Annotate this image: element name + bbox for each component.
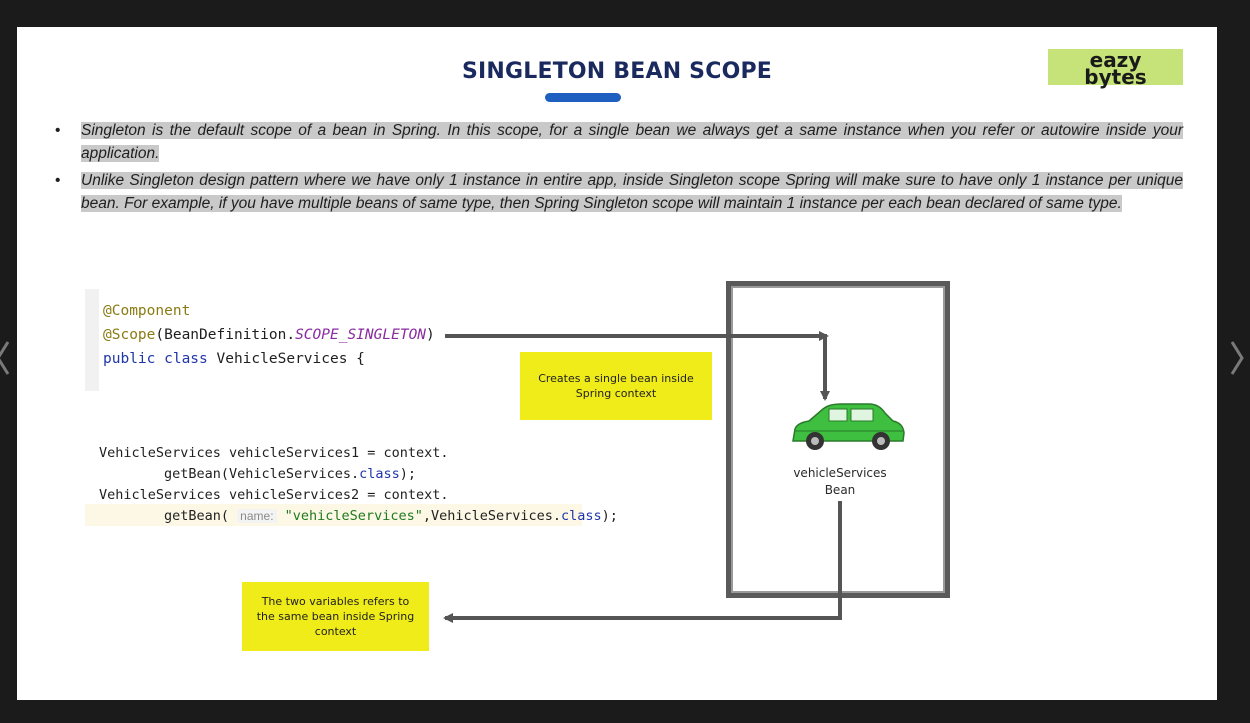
- code-line-component: @Component: [103, 303, 190, 319]
- editor-gutter: [85, 289, 99, 391]
- getbean2-pre: getBean(: [99, 508, 238, 524]
- parameter-hint: name:: [237, 509, 277, 523]
- getbean1-post: );: [399, 466, 416, 482]
- getbean1-pre: getBean(VehicleServices.: [99, 466, 360, 482]
- bullet-item: • Unlike Singleton design pattern where …: [55, 170, 1183, 215]
- class-keyword: public class: [103, 351, 208, 367]
- bullet-dot: •: [55, 172, 61, 189]
- code-line-getbean1: getBean(VehicleServices.class);: [99, 466, 416, 482]
- bullet-item: • Singleton is the default scope of a be…: [55, 120, 1183, 165]
- next-slide-button[interactable]: [1228, 340, 1246, 376]
- scope-annotation: @Scope: [103, 327, 156, 343]
- scope-open: (BeanDefinition.: [155, 327, 296, 343]
- bullet-list: • Singleton is the default scope of a be…: [55, 120, 1183, 220]
- sticky-note-same-bean: The two variables refers to the same bea…: [242, 582, 429, 651]
- code-line-var1: VehicleServices vehicleServices1 = conte…: [99, 445, 449, 461]
- getbean1-class-keyword: class: [359, 466, 400, 482]
- getbean2-class-keyword: class: [561, 508, 602, 524]
- code-line-class: public class VehicleServices {: [103, 351, 365, 367]
- bean-label-name: vehicleServices: [793, 466, 887, 480]
- scope-close: ): [426, 327, 435, 343]
- slide: SINGLETON BEAN SCOPE eazy bytes • Single…: [17, 27, 1217, 700]
- chevron-right-icon: [1230, 341, 1244, 375]
- bean-label: vehicleServices Bean: [757, 465, 923, 499]
- code-line-scope: @Scope(BeanDefinition.SCOPE_SINGLETON): [103, 327, 435, 343]
- car-icon: [792, 403, 905, 450]
- code-line-getbean2: getBean( name: "vehicleServices",Vehicle…: [99, 508, 618, 524]
- getbean2-post: );: [601, 508, 618, 524]
- title-underline: [545, 93, 621, 102]
- code-line-var2: VehicleServices vehicleServices2 = conte…: [99, 487, 449, 503]
- eazybytes-logo: eazy bytes: [1048, 49, 1183, 89]
- bean-name-string: "vehicleServices": [276, 508, 423, 524]
- component-annotation: @Component: [103, 303, 191, 319]
- slide-title: SINGLETON BEAN SCOPE: [461, 59, 773, 84]
- scope-constant: SCOPE_SINGLETON: [295, 327, 427, 343]
- class-declaration: VehicleServices {: [207, 351, 365, 367]
- bullet-text: Unlike Singleton design pattern where we…: [81, 172, 1183, 212]
- bullet-dot: •: [55, 122, 61, 139]
- bean-label-type: Bean: [824, 483, 856, 497]
- previous-slide-button[interactable]: [0, 340, 12, 376]
- chevron-left-icon: [0, 341, 10, 375]
- sticky-note-creates-bean: Creates a single bean inside Spring cont…: [520, 352, 712, 420]
- logo-line-2: bytes: [1084, 65, 1147, 89]
- getbean2-mid: ,VehicleServices.: [422, 508, 562, 524]
- bullet-text: Singleton is the default scope of a bean…: [81, 122, 1183, 162]
